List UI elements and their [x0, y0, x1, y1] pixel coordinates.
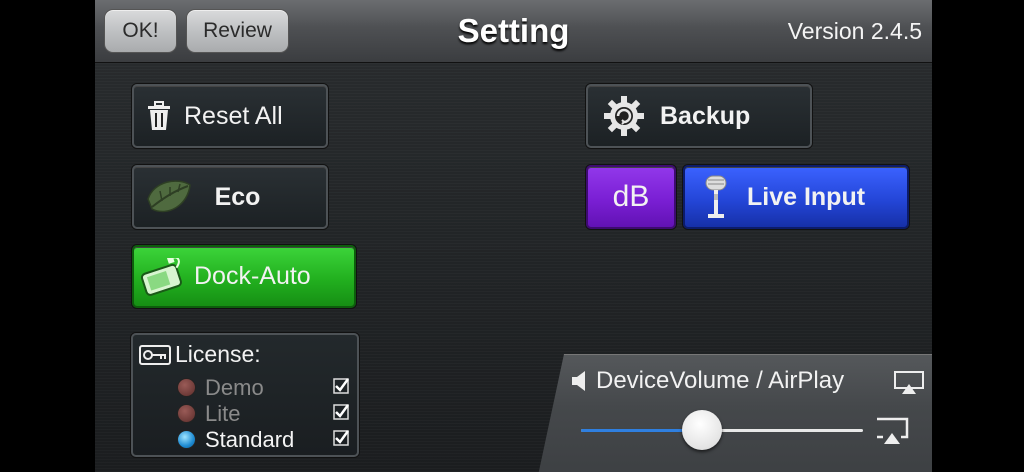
- checkmark-icon: [333, 378, 350, 399]
- dock-auto-label: Dock-Auto: [194, 262, 311, 290]
- speaker-icon: [570, 369, 592, 393]
- airplay-icon: [894, 371, 924, 395]
- volume-slider-track[interactable]: [581, 410, 863, 450]
- gear-icon: [588, 94, 660, 138]
- eco-button[interactable]: Eco: [132, 165, 328, 229]
- license-panel: License: Demo Lite Standard: [131, 333, 359, 457]
- version-label: Version 2.4.5: [787, 18, 922, 44]
- license-option-label: Standard: [205, 427, 295, 452]
- backup-button[interactable]: Backup: [586, 84, 812, 148]
- microphone-icon: [685, 172, 747, 222]
- leaf-icon: [134, 177, 204, 217]
- db-label: dB: [612, 180, 650, 213]
- license-option-lite[interactable]: Lite: [177, 401, 353, 426]
- license-title: License:: [175, 341, 261, 367]
- license-option-label: Demo: [205, 375, 264, 400]
- top-bar: OK! Review Setting Version 2.4.5: [95, 0, 932, 63]
- eco-label: Eco: [214, 182, 261, 211]
- dock-icon: [134, 257, 194, 296]
- volume-panel: DeviceVolume / AirPlay: [536, 354, 932, 472]
- review-button[interactable]: Review: [186, 9, 289, 53]
- trash-icon: [134, 101, 184, 131]
- settings-screen: OK! Review Setting Version 2.4.5 Reset A…: [95, 0, 932, 472]
- key-icon: [139, 345, 171, 365]
- radio-demo[interactable]: [177, 378, 196, 397]
- checkmark-icon: [333, 404, 350, 425]
- volume-slider-thumb[interactable]: [682, 410, 723, 450]
- backup-label: Backup: [660, 101, 751, 130]
- license-option-standard[interactable]: Standard: [177, 427, 353, 452]
- checkmark-icon: [333, 430, 350, 451]
- live-input-button[interactable]: Live Input: [683, 165, 909, 229]
- reset-all-label: Reset All: [184, 101, 283, 130]
- dock-auto-button[interactable]: Dock-Auto: [132, 245, 356, 308]
- db-button[interactable]: dB: [586, 165, 676, 229]
- live-input-label: Live Input: [747, 182, 866, 211]
- airplay-icon[interactable]: [875, 417, 909, 445]
- volume-title: DeviceVolume / AirPlay: [596, 367, 845, 394]
- radio-standard[interactable]: [177, 430, 196, 449]
- ok-button[interactable]: OK!: [104, 9, 177, 53]
- license-option-demo[interactable]: Demo: [177, 375, 353, 400]
- reset-all-button[interactable]: Reset All: [132, 84, 328, 148]
- radio-lite[interactable]: [177, 404, 196, 423]
- license-option-label: Lite: [205, 401, 241, 426]
